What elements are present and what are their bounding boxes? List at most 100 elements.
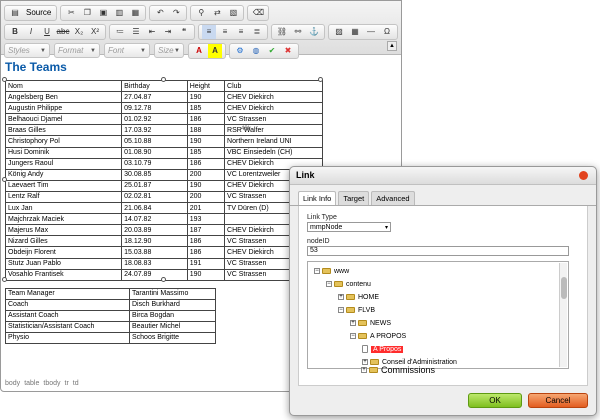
table-row[interactable]: Team Manager Tarantini Massimo <box>5 287 216 300</box>
maximize-icon[interactable]: ◍ <box>249 44 263 58</box>
table-cell[interactable]: 186 <box>186 113 226 126</box>
table-cell[interactable]: 30.08.85 <box>121 168 188 181</box>
table-row[interactable]: Christophory Pol 05.10.88 190 Northern Irel… <box>4 135 323 148</box>
blockquote-icon[interactable]: ❝ <box>177 25 191 39</box>
table-cell[interactable]: 190 <box>186 135 226 148</box>
table-cell[interactable]: 25.01.87 <box>121 179 188 192</box>
replace-icon[interactable]: ⇄ <box>210 6 224 20</box>
element-path-item[interactable]: td <box>73 380 79 387</box>
bulleted-list-icon[interactable]: ☰ <box>129 25 143 39</box>
table-cell[interactable]: 01.08.90 <box>121 146 188 159</box>
table-resize-handle[interactable] <box>2 177 7 182</box>
table-cell[interactable]: VC Strassen <box>224 113 323 126</box>
table-cell[interactable]: Team Manager <box>5 287 130 300</box>
table-resize-handle[interactable] <box>161 77 166 82</box>
styles-combo[interactable]: Styles ▼ <box>4 43 50 58</box>
indent-icon[interactable]: ⇥ <box>161 25 175 39</box>
collapse-icon[interactable]: − <box>338 307 344 313</box>
table-cell[interactable]: 24.07.89 <box>121 268 188 281</box>
table-row[interactable]: Lux Jan 21.06.84 201 TV Düren (D) <box>4 202 323 215</box>
table-row[interactable]: Assistant Coach Birca Bogdan <box>5 309 216 322</box>
table-cell[interactable]: Northern Ireland UNI <box>224 135 323 148</box>
table-cell[interactable]: 186 <box>186 157 226 170</box>
table-cell[interactable]: 03.10.79 <box>121 157 188 170</box>
table-cell[interactable]: 191 <box>186 257 226 270</box>
remove-format-icon[interactable]: ⌫ <box>251 6 265 20</box>
table-cell[interactable]: Majchrzak Maciek <box>4 213 123 226</box>
horizontal-rule-icon[interactable]: ― <box>364 25 378 39</box>
table-cell[interactable]: Schoos Brigitte <box>129 331 216 344</box>
source-button[interactable]: Source <box>23 8 54 17</box>
select-all-icon[interactable]: ▧ <box>226 6 240 20</box>
element-path-item[interactable]: tr <box>65 380 69 387</box>
table-cell[interactable]: Obdeijn Florent <box>4 246 123 259</box>
tree-node-apropos-page[interactable]: A Propos <box>362 344 404 354</box>
table-cell[interactable]: 09.12.78 <box>121 102 188 115</box>
tree-node-home[interactable]: + HOME <box>338 292 379 302</box>
format-combo[interactable]: Format ▼ <box>54 43 100 58</box>
paste-text-icon[interactable]: ▥ <box>112 6 126 20</box>
table-cell[interactable]: 21.06.84 <box>121 202 188 215</box>
tab-advanced[interactable]: Advanced <box>371 191 415 205</box>
element-path-item[interactable]: body <box>5 380 20 387</box>
align-justify-icon[interactable]: ≣ <box>250 25 264 39</box>
table-row[interactable]: Laevaert Tim 25.01.87 190 CHEV Diekirch <box>4 179 323 192</box>
table-cell[interactable]: Stutz Juan Pablo <box>4 257 123 270</box>
table-cell[interactable]: Club <box>224 79 323 93</box>
collapse-icon[interactable]: − <box>350 333 356 339</box>
tab-link-info[interactable]: Link Info <box>298 191 337 205</box>
table-cell[interactable]: Augustin Philippe <box>4 102 123 115</box>
table-cell[interactable]: Physio <box>5 331 130 344</box>
scrollbar-thumb[interactable] <box>561 277 567 299</box>
table-row[interactable]: Coach Disch Burkhard <box>5 298 216 311</box>
ok-button[interactable]: OK <box>468 392 522 408</box>
collapse-toolbar-button[interactable]: ▲ <box>387 41 397 51</box>
text-color-icon[interactable]: A <box>192 44 206 58</box>
bg-color-icon[interactable]: A <box>208 43 222 58</box>
find-icon[interactable]: ⚲ <box>194 6 208 20</box>
table-row[interactable]: Majchrzak Maciek 14.07.82 193 <box>4 213 323 226</box>
subscript-button[interactable]: X₂ <box>72 25 86 39</box>
expand-icon[interactable]: + <box>361 367 367 373</box>
table-row[interactable]: Stutz Juan Pablo 18.08.83 191 VC Strassen <box>4 257 323 270</box>
link-type-select[interactable]: mmpNode ▾ <box>307 222 391 232</box>
tab-target[interactable]: Target <box>338 191 370 205</box>
table-cell[interactable]: 01.02.92 <box>121 113 188 126</box>
table-row[interactable]: Angelsberg Ben 27.04.87 190 CHEV Diekirch <box>4 91 323 104</box>
superscript-button[interactable]: X² <box>88 25 102 39</box>
table-cell[interactable]: 14.07.82 <box>121 213 188 226</box>
anchor-icon[interactable]: ⚓ <box>307 25 321 39</box>
align-center-icon[interactable]: ≡ <box>218 25 232 39</box>
table-cell[interactable]: 190 <box>186 179 226 192</box>
table-row[interactable]: Obdeijn Florent 15.03.88 186 CHEV Diekirch <box>4 246 323 259</box>
table-resize-handle[interactable] <box>161 277 166 282</box>
tree-node-flvb[interactable]: − FLVB <box>338 305 375 315</box>
size-combo[interactable]: Size ▼ <box>154 43 184 58</box>
table-cell[interactable]: 186 <box>186 246 226 259</box>
tree-node-commissions[interactable]: + Commissions <box>361 365 600 375</box>
teams-table[interactable]: Nom Birthday Height Club Angelsberg Ben 27.04… <box>4 79 323 281</box>
table-row[interactable]: Belhaouci Djamel 01.02.92 186 VC Strassen <box>4 113 323 126</box>
tree-scrollbar[interactable] <box>559 263 567 367</box>
table-cell[interactable]: Lentz Ralf <box>4 190 123 204</box>
table-cell[interactable]: Birthday <box>121 79 188 93</box>
tree-node-apropos[interactable]: − A PROPOS <box>350 331 406 341</box>
table-cell[interactable]: 190 <box>186 91 226 104</box>
undo-icon[interactable]: ↶ <box>153 6 167 20</box>
table-cell[interactable]: 15.03.88 <box>121 246 188 259</box>
table-cell[interactable]: Nizard Gilles <box>4 235 123 248</box>
table-cell[interactable]: Disch Burkhard <box>129 298 216 311</box>
table-cell[interactable]: Nom <box>4 79 123 93</box>
table-row[interactable]: Lentz Ralf 02.02.81 200 VC Strassen <box>4 190 323 204</box>
table-cell[interactable]: Angelsberg Ben <box>4 91 123 104</box>
table-row[interactable]: Nizard Gilles 18.12.90 186 VC Strassen <box>4 235 323 248</box>
table-cell[interactable]: Height <box>186 79 226 93</box>
table-row[interactable]: König Andy 30.08.85 200 VC Lorentzweiler <box>4 168 323 181</box>
collapse-icon[interactable]: − <box>314 268 320 274</box>
redo-icon[interactable]: ↷ <box>169 6 183 20</box>
table-cell[interactable]: 18.08.83 <box>121 257 188 270</box>
bold-button[interactable]: B <box>8 25 22 39</box>
table-cell[interactable]: CHEV Diekirch <box>224 91 323 104</box>
table-cell[interactable]: 200 <box>186 168 226 181</box>
staff-table[interactable]: Team Manager Tarantini Massimo Coach Disch … <box>5 287 216 344</box>
